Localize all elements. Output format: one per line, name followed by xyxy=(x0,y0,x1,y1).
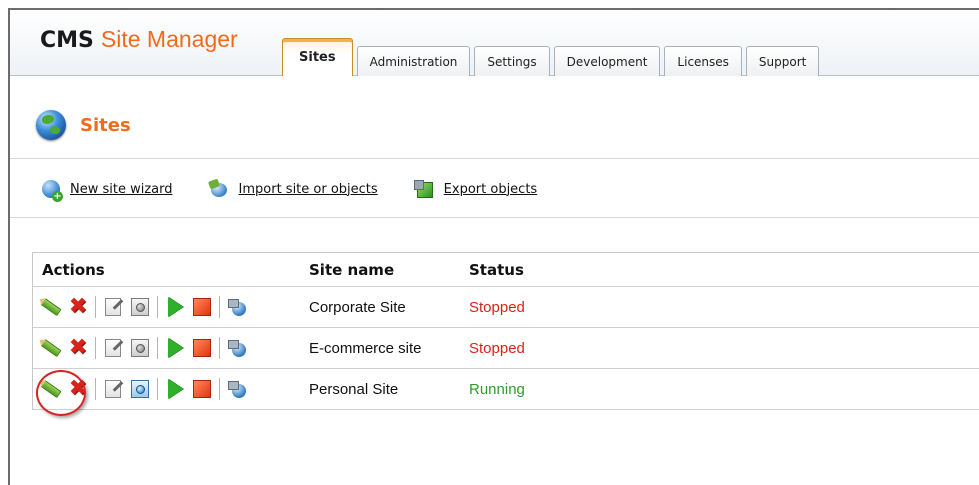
row-actions: ✖ xyxy=(33,296,309,318)
status-cell: Stopped xyxy=(469,298,525,316)
logo-cms-text: CMS xyxy=(40,28,94,53)
start-play-icon[interactable] xyxy=(165,379,185,399)
import-icon xyxy=(209,180,229,198)
site-name-cell: Personal Site xyxy=(309,380,399,398)
grid-header: Actions Site name Status xyxy=(33,253,979,287)
import-site-link[interactable]: Import site or objects xyxy=(209,180,378,198)
table-row: ✖ Personal Site Running xyxy=(33,369,979,410)
edit-pencil-icon[interactable] xyxy=(40,297,62,317)
edit-pencil-icon[interactable] xyxy=(40,379,62,399)
header-status[interactable]: Status xyxy=(469,261,979,279)
preview-icon[interactable] xyxy=(130,297,150,317)
stop-icon[interactable] xyxy=(192,338,212,358)
stop-icon[interactable] xyxy=(192,297,212,317)
main-tabs: Sites Administration Settings Developmen… xyxy=(282,36,823,76)
delete-x-icon[interactable]: ✖ xyxy=(68,296,88,318)
status-cell: Running xyxy=(469,380,525,398)
action-separator xyxy=(95,378,96,400)
edit-note-icon[interactable] xyxy=(103,338,123,358)
site-name-cell: Corporate Site xyxy=(309,298,406,316)
export-objects-label[interactable]: Export objects xyxy=(444,182,538,197)
globe-icon xyxy=(36,110,66,140)
tab-administration[interactable]: Administration xyxy=(356,46,471,76)
action-separator xyxy=(219,296,220,318)
logo: CMS Site Manager xyxy=(40,26,238,53)
divider xyxy=(10,158,979,159)
edit-note-icon[interactable] xyxy=(103,297,123,317)
delete-x-icon[interactable]: ✖ xyxy=(68,378,88,400)
row-actions: ✖ xyxy=(33,337,309,359)
app-frame: CMS Site Manager Sites Administration Se… xyxy=(8,8,979,485)
edit-note-icon[interactable] xyxy=(103,379,123,399)
export-site-icon[interactable] xyxy=(227,379,247,399)
preview-icon[interactable] xyxy=(130,338,150,358)
tab-licenses[interactable]: Licenses xyxy=(664,46,742,76)
export-icon xyxy=(413,180,434,198)
action-separator xyxy=(95,296,96,318)
new-site-wizard-link[interactable]: New site wizard xyxy=(42,180,173,202)
start-play-icon[interactable] xyxy=(165,338,185,358)
sites-grid: Actions Site name Status ✖ Corporate Sit… xyxy=(32,252,979,410)
table-row: ✖ E-commerce site Stopped xyxy=(33,328,979,369)
edit-pencil-icon[interactable] xyxy=(40,338,62,358)
new-site-wizard-label[interactable]: New site wizard xyxy=(70,182,173,197)
tab-development[interactable]: Development xyxy=(553,46,661,76)
delete-x-icon[interactable]: ✖ xyxy=(68,337,88,359)
action-separator xyxy=(219,337,220,359)
tab-sites[interactable]: Sites xyxy=(282,38,353,76)
export-site-icon[interactable] xyxy=(227,338,247,358)
header-bar: CMS Site Manager Sites Administration Se… xyxy=(10,10,979,76)
status-cell: Stopped xyxy=(469,339,525,357)
page-title-row: Sites xyxy=(36,110,131,140)
tab-support[interactable]: Support xyxy=(745,46,820,76)
header-actions: Actions xyxy=(42,260,105,279)
tab-settings[interactable]: Settings xyxy=(474,46,550,76)
page-title: Sites xyxy=(80,114,131,136)
divider xyxy=(10,217,979,218)
logo-site-manager-text: Site Manager xyxy=(100,26,238,52)
action-separator xyxy=(157,296,158,318)
new-site-wizard-icon xyxy=(42,180,63,202)
site-name-cell: E-commerce site xyxy=(309,339,422,357)
action-separator xyxy=(219,378,220,400)
export-site-icon[interactable] xyxy=(227,297,247,317)
header-site-name[interactable]: Site name xyxy=(309,261,469,279)
start-play-icon[interactable] xyxy=(165,297,185,317)
import-site-label[interactable]: Import site or objects xyxy=(239,182,378,197)
row-actions: ✖ xyxy=(33,378,309,400)
action-separator xyxy=(157,378,158,400)
table-row: ✖ Corporate Site Stopped xyxy=(33,287,979,328)
stop-icon[interactable] xyxy=(192,379,212,399)
export-objects-link[interactable]: Export objects xyxy=(413,180,538,198)
preview-icon[interactable] xyxy=(130,379,150,399)
action-bar: New site wizard Import site or objects E… xyxy=(42,180,573,202)
action-separator xyxy=(157,337,158,359)
action-separator xyxy=(95,337,96,359)
